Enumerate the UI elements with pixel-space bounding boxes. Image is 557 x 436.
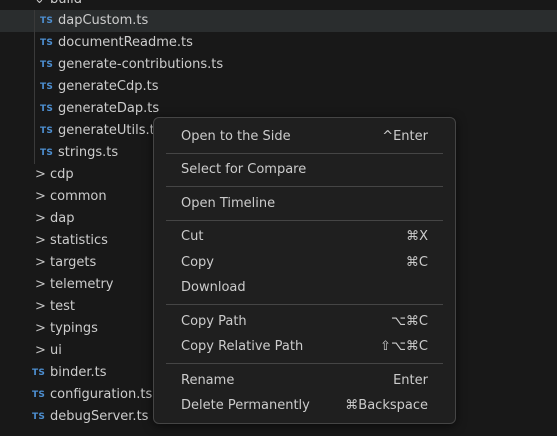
tree-folder-label: targets (50, 255, 97, 270)
typescript-file-icon: TS (40, 16, 54, 26)
tree-file-label: generateDap.ts (58, 101, 160, 116)
tree-folder-label: telemetry (50, 277, 114, 292)
tree-folder-label: cdp (50, 167, 74, 182)
menu-item-label: Cut (181, 229, 204, 244)
chevron-right-icon: > (35, 255, 46, 270)
menu-item-label: Download (181, 280, 246, 295)
menu-separator (166, 186, 443, 187)
tree-folder-label: ui (50, 343, 62, 358)
menu-item-label: Rename (181, 373, 235, 388)
typescript-file-icon: TS (32, 390, 46, 400)
menu-item-rename[interactable]: Rename Enter (158, 369, 451, 393)
menu-item-copy-path[interactable]: Copy Path ⌥⌘C (158, 310, 451, 334)
tree-folder-label: test (50, 299, 75, 314)
tree-file-label: documentReadme.ts (58, 35, 193, 50)
chevron-right-icon: > (35, 277, 46, 292)
menu-item-label: Select for Compare (181, 162, 307, 177)
menu-item-label: Copy Relative Path (181, 339, 304, 354)
tree-file-generate-contributions[interactable]: TS generate-contributions.ts (0, 54, 557, 76)
typescript-file-icon: TS (40, 60, 54, 70)
tree-file-label: dapCustom.ts (58, 13, 149, 28)
tree-folder-label: dap (50, 211, 75, 226)
chevron-right-icon: > (35, 343, 46, 358)
menu-item-open-to-side[interactable]: Open to the Side ^Enter (158, 125, 451, 149)
tree-file-label: debugServer.ts (50, 409, 149, 424)
menu-item-copy[interactable]: Copy ⌘C (158, 251, 451, 275)
menu-item-shortcut: ⌘X (406, 229, 428, 244)
tree-file-label: generate-contributions.ts (58, 57, 224, 72)
menu-item-label: Copy (181, 255, 214, 270)
menu-item-shortcut: ^Enter (382, 129, 428, 144)
menu-item-shortcut: ⌘Backspace (345, 398, 428, 413)
menu-item-open-timeline[interactable]: Open Timeline (158, 192, 451, 216)
typescript-file-icon: TS (32, 368, 46, 378)
menu-separator (166, 304, 443, 305)
tree-folder-label: common (50, 189, 107, 204)
menu-separator (166, 153, 443, 154)
tree-file-label: strings.ts (58, 145, 119, 160)
chevron-right-icon: > (35, 321, 46, 336)
menu-item-shortcut: Enter (393, 373, 428, 388)
menu-separator (166, 363, 443, 364)
chevron-right-icon: > (35, 233, 46, 248)
chevron-right-icon: > (35, 189, 46, 204)
tree-folder-label: statistics (50, 233, 108, 248)
typescript-file-icon: TS (32, 412, 46, 422)
menu-separator (166, 220, 443, 221)
typescript-file-icon: TS (40, 148, 54, 158)
menu-item-label: Open to the Side (181, 129, 291, 144)
menu-item-delete-permanently[interactable]: Delete Permanently ⌘Backspace (158, 394, 451, 418)
typescript-file-icon: TS (40, 38, 54, 48)
menu-item-label: Open Timeline (181, 196, 276, 211)
tree-file-label: generateUtils.ts (58, 123, 162, 138)
typescript-file-icon: TS (40, 82, 54, 92)
menu-item-shortcut: ⇧⌥⌘C (380, 339, 428, 354)
menu-item-shortcut: ⌘C (405, 255, 428, 270)
typescript-file-icon: TS (40, 104, 54, 114)
tree-file-label: binder.ts (50, 365, 107, 380)
menu-item-label: Copy Path (181, 314, 247, 329)
chevron-right-icon: > (35, 167, 46, 182)
menu-item-copy-relative-path[interactable]: Copy Relative Path ⇧⌥⌘C (158, 335, 451, 359)
tree-file-generatecdp[interactable]: TS generateCdp.ts (0, 76, 557, 98)
tree-file-label: generateCdp.ts (58, 79, 159, 94)
chevron-right-icon: > (35, 211, 46, 226)
menu-item-download[interactable]: Download (158, 276, 451, 300)
chevron-right-icon: > (35, 299, 46, 314)
typescript-file-icon: TS (40, 126, 54, 136)
tree-file-documentreadme[interactable]: TS documentReadme.ts (0, 32, 557, 54)
menu-item-shortcut: ⌥⌘C (390, 314, 428, 329)
menu-item-select-for-compare[interactable]: Select for Compare (158, 158, 451, 182)
tree-file-dapcustom[interactable]: TS dapCustom.ts (0, 10, 557, 32)
menu-item-cut[interactable]: Cut ⌘X (158, 225, 451, 249)
tree-file-label: configuration.ts (50, 387, 153, 402)
tree-folder-label: typings (50, 321, 98, 336)
menu-item-label: Delete Permanently (181, 398, 310, 413)
context-menu: Open to the Side ^Enter Select for Compa… (153, 117, 456, 424)
